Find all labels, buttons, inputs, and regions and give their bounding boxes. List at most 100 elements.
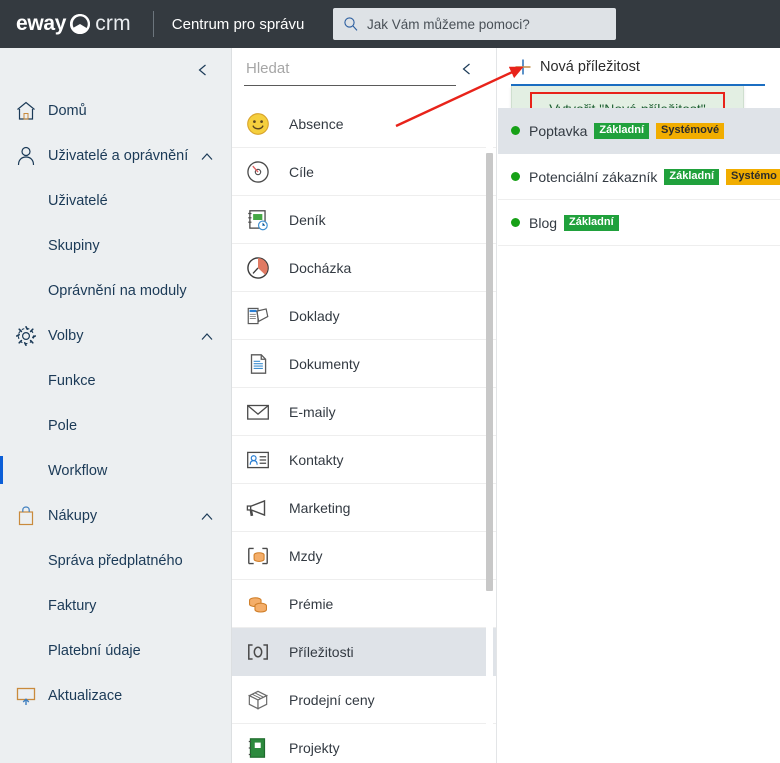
sidebar-item-label: Faktury xyxy=(48,597,97,614)
home-icon xyxy=(14,99,38,123)
module-item-label: Prodejní ceny xyxy=(289,691,375,708)
new-state-input[interactable] xyxy=(540,59,720,75)
smiley-icon xyxy=(245,111,271,137)
module-item-label: Deník xyxy=(289,211,326,228)
left-sidebar: Domů Uživatelé a oprávnění Uživatelé Skupin… xyxy=(0,48,232,763)
sidebar-item-8[interactable]: Workflow xyxy=(0,448,232,493)
workflow-state-row[interactable]: Blog Základní xyxy=(498,200,780,246)
module-list-item[interactable]: Docházka xyxy=(232,244,496,292)
page-title: Centrum pro správu xyxy=(171,15,305,33)
topbar-divider xyxy=(152,11,154,37)
global-search[interactable]: Jak Vám můžeme pomoci? xyxy=(333,8,616,40)
module-list-item[interactable]: Mzdy xyxy=(232,532,496,580)
receipts-icon xyxy=(245,303,271,329)
payroll-icon xyxy=(245,543,271,569)
admin-center-window: eway crm Centrum pro správu Jak Vám může… xyxy=(0,0,780,763)
sidebar-nav: Domů Uživatelé a oprávnění Uživatelé Skupin… xyxy=(0,88,232,718)
new-state-row xyxy=(498,48,780,86)
module-search-input[interactable] xyxy=(244,56,456,86)
gear-icon xyxy=(14,324,38,348)
coins-icon xyxy=(245,591,271,617)
module-list-item[interactable]: Doklady xyxy=(232,292,496,340)
state-dot-icon xyxy=(511,218,520,227)
journal-icon xyxy=(245,207,271,233)
workflow-panel: Vytvořit "Nová příležitost" PoptavkaZákl… xyxy=(498,48,780,763)
update-icon xyxy=(14,684,38,708)
module-list-item[interactable]: Kontakty xyxy=(232,436,496,484)
attendance-icon xyxy=(245,255,271,281)
module-item-label: Projekty xyxy=(289,739,340,756)
workflow-state-row[interactable]: Potenciální zákazník Základní Systémo xyxy=(498,154,780,200)
sidebar-item-13[interactable]: Aktualizace xyxy=(0,673,232,718)
chevron-up-icon[interactable] xyxy=(200,150,214,169)
module-item-label: Doklady xyxy=(289,307,340,324)
module-item-label: Kontakty xyxy=(289,451,344,468)
module-item-label: Příležitosti xyxy=(289,643,354,660)
module-list-item[interactable]: Prémie xyxy=(232,580,496,628)
workflow-state-label: Blog xyxy=(529,214,558,231)
sidebar-item-3[interactable]: Skupiny xyxy=(0,223,232,268)
top-bar: eway crm Centrum pro správu Jak Vám může… xyxy=(0,0,780,48)
module-list-item[interactable]: Cíle xyxy=(232,148,496,196)
module-item-label: Marketing xyxy=(289,499,351,516)
sidebar-item-2[interactable]: Uživatelé xyxy=(0,178,232,223)
module-item-label: Docházka xyxy=(289,259,352,276)
state-dot-icon xyxy=(511,172,520,181)
eway-crm-logo[interactable]: eway crm xyxy=(16,12,131,36)
module-list-item[interactable]: Projekty xyxy=(232,724,496,763)
chevron-up-icon[interactable] xyxy=(200,510,214,529)
module-item-label: E-maily xyxy=(289,403,336,420)
logo-text-crm: crm xyxy=(95,12,131,35)
module-list: Absence Cíle Deník Docházka Doklady Dokumenty… xyxy=(232,100,496,763)
search-icon xyxy=(343,16,359,32)
sidebar-item-label: Nákupy xyxy=(48,507,98,524)
sidebar-item-label: Skupiny xyxy=(48,237,100,254)
sidebar-item-label: Volby xyxy=(48,327,84,344)
module-scrollbar-thumb[interactable] xyxy=(486,153,493,591)
sidebar-item-10[interactable]: Správa předplatného xyxy=(0,538,232,583)
project-icon xyxy=(245,735,271,761)
sidebar-item-0[interactable]: Domů xyxy=(0,88,232,133)
module-list-item[interactable]: Absence xyxy=(232,100,496,148)
module-item-label: Cíle xyxy=(289,163,314,180)
gauge-icon xyxy=(245,159,271,185)
module-panel: Absence Cíle Deník Docházka Doklady Dokumenty… xyxy=(232,48,497,763)
module-list-item[interactable]: Prodejní ceny xyxy=(232,676,496,724)
state-dot-icon xyxy=(511,126,520,135)
sidebar-item-label: Domů xyxy=(48,102,87,119)
module-list-item[interactable]: Dokumenty xyxy=(232,340,496,388)
workflow-state-label: Potenciální zákazník xyxy=(529,168,658,185)
sidebar-item-7[interactable]: Pole xyxy=(0,403,232,448)
sidebar-item-5[interactable]: Volby xyxy=(0,313,232,358)
module-item-label: Absence xyxy=(289,115,344,132)
chevron-up-icon[interactable] xyxy=(200,330,214,349)
document-icon xyxy=(245,351,271,377)
workflow-state-row[interactable]: Poptavka Základní Systémové xyxy=(498,108,780,154)
sidebar-item-label: Workflow xyxy=(48,462,108,479)
module-list-item[interactable]: Marketing xyxy=(232,484,496,532)
module-list-item[interactable]: Příležitosti xyxy=(232,628,496,676)
state-badge: Základní xyxy=(594,122,649,139)
sidebar-item-12[interactable]: Platební údaje xyxy=(0,628,232,673)
sidebar-item-6[interactable]: Funkce xyxy=(0,358,232,403)
sidebar-item-1[interactable]: Uživatelé a oprávnění xyxy=(0,133,232,178)
plus-icon[interactable] xyxy=(514,58,532,76)
module-panel-collapse-button[interactable] xyxy=(456,58,478,80)
sidebar-item-4[interactable]: Oprávnění na moduly xyxy=(0,268,232,313)
megaphone-icon xyxy=(245,495,271,521)
module-search-wrap xyxy=(232,48,496,98)
sidebar-item-label: Platební údaje xyxy=(48,642,141,659)
sidebar-collapse-button[interactable] xyxy=(191,58,215,82)
envelope-icon xyxy=(245,399,271,425)
module-list-item[interactable]: Deník xyxy=(232,196,496,244)
module-list-item[interactable]: E-maily xyxy=(232,388,496,436)
logo-text-eway: eway xyxy=(16,12,67,35)
sidebar-item-11[interactable]: Faktury xyxy=(0,583,232,628)
sidebar-item-9[interactable]: Nákupy xyxy=(0,493,232,538)
workflow-state-list: Poptavka Základní Systémové Potenciální zák… xyxy=(498,108,780,246)
module-item-label: Dokumenty xyxy=(289,355,360,372)
sidebar-item-label: Oprávnění na moduly xyxy=(48,282,187,299)
module-item-label: Mzdy xyxy=(289,547,323,564)
bag-icon xyxy=(14,504,38,528)
sidebar-item-label: Pole xyxy=(48,417,78,434)
